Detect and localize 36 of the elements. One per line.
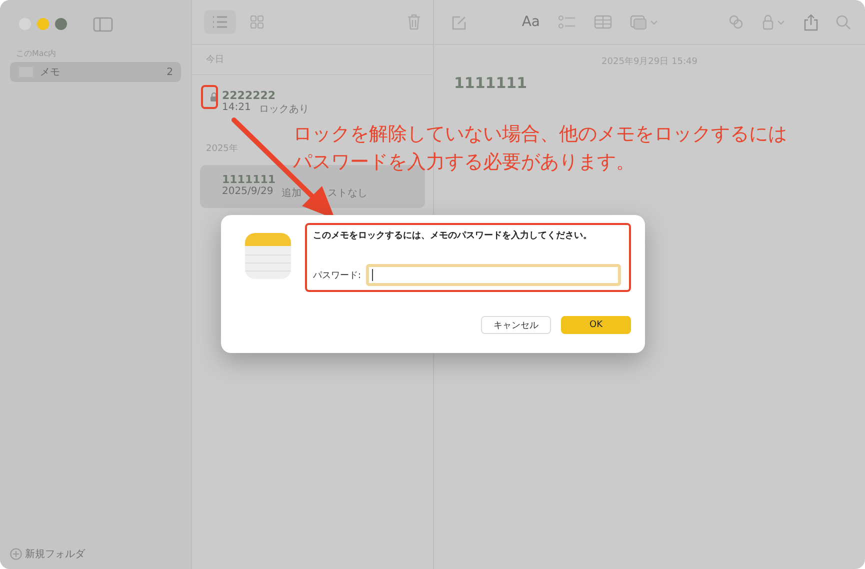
compose-icon[interactable] bbox=[452, 14, 467, 30]
table-icon[interactable] bbox=[594, 15, 612, 29]
note-title: 2222222 bbox=[222, 89, 277, 102]
field-label: パスワード: bbox=[313, 270, 362, 282]
note-title: 1111111 bbox=[222, 173, 277, 186]
list-icon bbox=[212, 16, 228, 28]
cancel-button[interactable]: キャンセル bbox=[481, 316, 551, 334]
new-folder-button[interactable]: 新規フォルダ bbox=[10, 547, 181, 561]
format-button[interactable]: Aa bbox=[522, 14, 540, 30]
list-view-button[interactable] bbox=[204, 10, 236, 34]
note-time: 14:21 bbox=[222, 102, 251, 115]
trash-icon[interactable] bbox=[407, 14, 421, 30]
ok-button[interactable]: OK bbox=[561, 316, 631, 334]
grid-icon[interactable] bbox=[250, 15, 264, 29]
note-preview: ロックあり bbox=[258, 103, 309, 116]
note-preview: ストなし bbox=[327, 187, 368, 200]
link-icon[interactable] bbox=[728, 14, 744, 30]
note-preview: 追加 bbox=[281, 186, 302, 200]
minimize-button[interactable] bbox=[37, 18, 49, 30]
highlight-frame bbox=[201, 85, 218, 109]
note-item[interactable]: 2222222 14:21 ロックあり bbox=[200, 81, 425, 124]
search-icon[interactable] bbox=[836, 14, 851, 30]
checklist-icon[interactable] bbox=[558, 15, 576, 29]
sidebar-toggle-icon[interactable] bbox=[93, 16, 113, 32]
share-icon[interactable] bbox=[804, 14, 818, 30]
note-heading: 1111111 bbox=[453, 73, 528, 94]
annotation-text: ロックを解除していない場合、他のメモをロックするには bbox=[293, 122, 787, 147]
note-time: 2025/9/29 bbox=[222, 186, 274, 199]
dialog-message: このメモをロックするには、メモのパスワードを入力してください。 bbox=[313, 229, 593, 242]
folder-item[interactable]: メモ 2 bbox=[10, 62, 181, 82]
media-icon[interactable] bbox=[630, 14, 658, 30]
notes-app-icon bbox=[245, 233, 291, 279]
lock-icon[interactable] bbox=[762, 14, 786, 30]
plus-icon bbox=[10, 548, 22, 560]
password-field[interactable] bbox=[366, 264, 621, 286]
zoom-button[interactable] bbox=[55, 18, 67, 30]
